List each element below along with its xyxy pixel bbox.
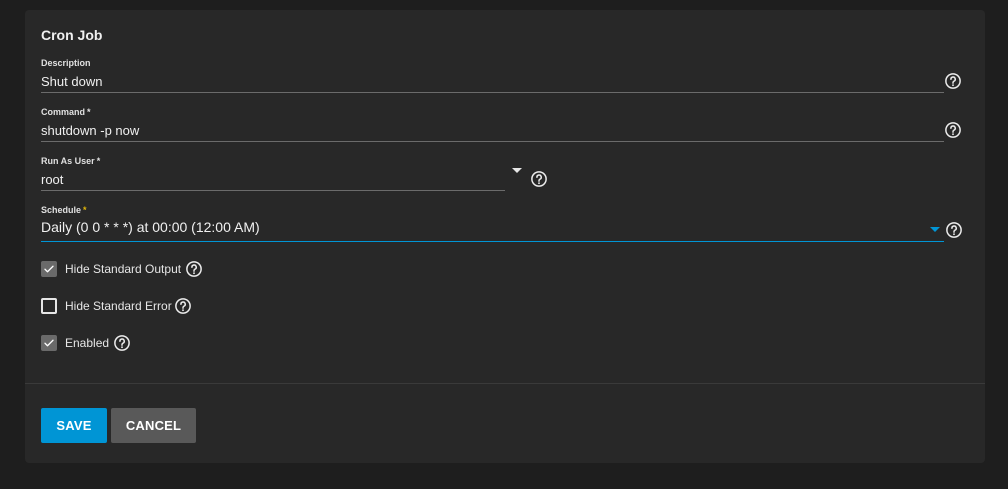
command-underline [41, 141, 944, 142]
run-as-user-field[interactable]: Run As User * root [41, 156, 100, 187]
schedule-field[interactable]: Schedule * Daily (0 0 * * *) at 00:00 (12… [41, 205, 260, 235]
run-as-user-label: Run As User * [41, 156, 101, 166]
check-icon [44, 265, 54, 273]
help-icon[interactable] [944, 121, 962, 139]
help-icon[interactable] [174, 297, 192, 315]
schedule-underline [41, 241, 944, 242]
help-icon[interactable] [185, 260, 203, 278]
description-label: Description [41, 58, 91, 68]
run-as-user-input[interactable]: root [41, 172, 100, 187]
hide-stderr-label[interactable]: Hide Standard Error [65, 299, 172, 313]
form-title: Cron Job [41, 27, 103, 43]
hide-stderr-checkbox[interactable] [41, 298, 57, 314]
enabled-checkbox[interactable] [41, 335, 57, 351]
caret-down-icon[interactable] [930, 227, 940, 232]
form-divider [25, 383, 985, 384]
help-icon[interactable] [944, 72, 962, 90]
hide-stdout-checkbox[interactable] [41, 261, 57, 277]
command-label: Command * [41, 107, 91, 117]
command-input[interactable]: shutdown -p now [41, 123, 139, 138]
command-field[interactable]: Command * shutdown -p now [41, 107, 139, 138]
help-icon[interactable] [945, 221, 963, 239]
save-button[interactable]: SAVE [41, 408, 107, 443]
hide-stdout-label[interactable]: Hide Standard Output [65, 262, 181, 276]
help-icon[interactable] [530, 170, 548, 188]
run-as-user-underline [41, 190, 505, 191]
check-icon [44, 339, 54, 347]
schedule-label: Schedule * [41, 205, 87, 215]
help-icon[interactable] [113, 334, 131, 352]
description-underline [41, 92, 944, 93]
description-field[interactable]: Description Shut down [41, 58, 102, 89]
cancel-button[interactable]: CANCEL [111, 408, 196, 443]
cron-job-card: Cron Job Description Shut down Command * … [25, 10, 985, 463]
description-input[interactable]: Shut down [41, 74, 102, 89]
caret-down-icon[interactable] [512, 168, 522, 173]
enabled-label[interactable]: Enabled [65, 336, 109, 350]
schedule-select[interactable]: Daily (0 0 * * *) at 00:00 (12:00 AM) [41, 220, 260, 235]
